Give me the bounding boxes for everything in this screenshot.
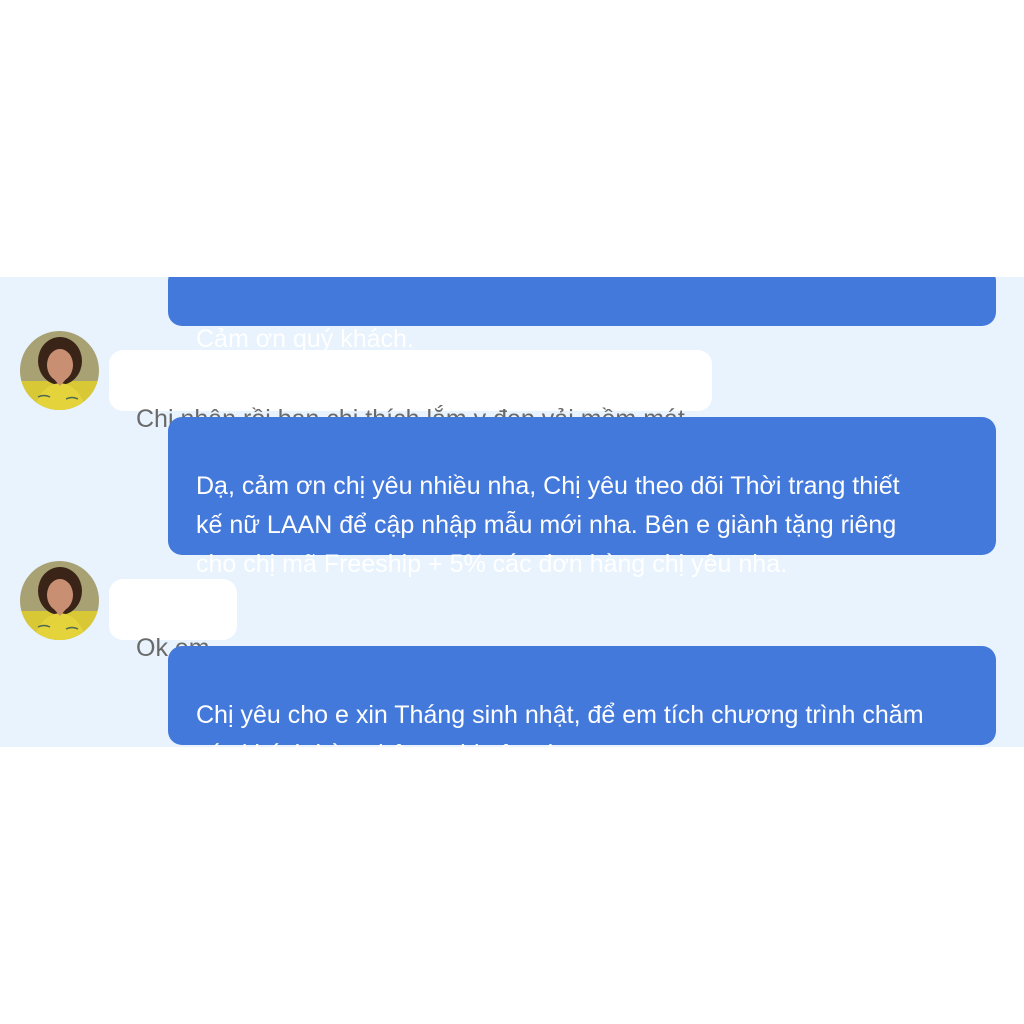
message-bubble-outgoing: Dạ, cảm ơn chị yêu nhiều nha, Chị yêu th…	[168, 417, 996, 578]
message-bubble-incoming: Chị nhận rồi bạn chị thích lắm y đẹp vải…	[109, 350, 712, 433]
message-text: Cảm ơn quý khách.	[196, 325, 414, 353]
customer-avatar[interactable]	[20, 561, 99, 640]
message-bubble-outgoing: Chị yêu cho e xin Tháng sinh nhật, để em…	[168, 646, 996, 747]
message-bubble-outgoing: Cảm ơn quý khách.	[168, 277, 996, 353]
chat-panel: Cảm ơn quý khách. Chị nhận rồi bạn chị t…	[0, 277, 1024, 747]
avatar-photo-icon	[20, 561, 99, 640]
customer-avatar[interactable]	[20, 331, 99, 410]
message-bubble-incoming: Ok em	[109, 579, 237, 662]
message-text: Dạ, cảm ơn chị yêu nhiều nha, Chị yêu th…	[196, 472, 900, 578]
message-text: Chị yêu cho e xin Tháng sinh nhật, để em…	[196, 701, 924, 747]
avatar-photo-icon	[20, 331, 99, 410]
